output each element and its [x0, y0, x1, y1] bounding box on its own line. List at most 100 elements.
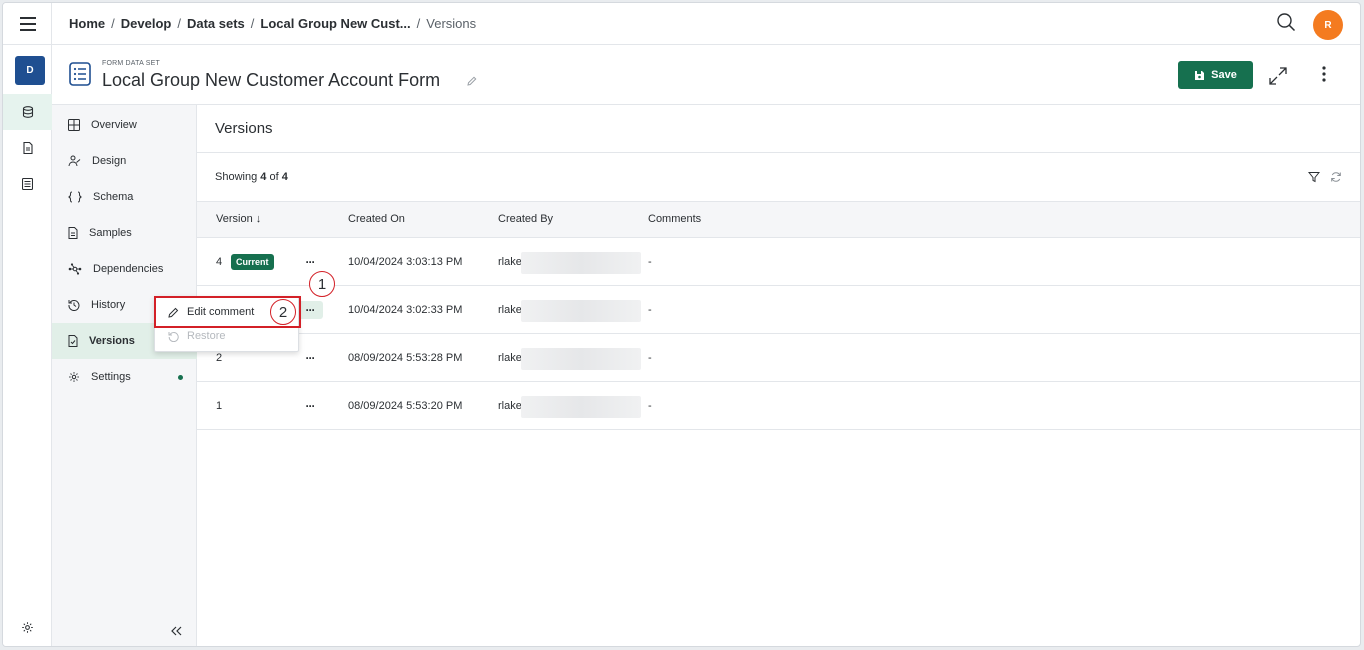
settings-status-dot: [178, 375, 183, 380]
subnav-label: History: [91, 299, 126, 311]
filter-icon: [1308, 172, 1320, 183]
hamburger-menu-button[interactable]: [3, 3, 52, 45]
subnav-label: Schema: [93, 191, 134, 203]
redacted-email: [521, 348, 641, 370]
column-comments[interactable]: Comments: [648, 213, 701, 225]
form-dataset-icon: [69, 62, 91, 86]
cell-created-on: 08/09/2024 5:53:28 PM: [348, 352, 463, 364]
save-icon: [1195, 70, 1205, 80]
table-row[interactable]: 1 ··· 08/09/2024 5:53:20 PM rlake@... -: [197, 382, 1360, 430]
page-header: FORM DATA SET Local Group New Customer A…: [52, 45, 1360, 105]
table-row[interactable]: 2 ··· 08/09/2024 5:53:28 PM rlake@... -: [197, 334, 1360, 382]
double-chevron-left-icon: [171, 626, 182, 636]
showing-total: 4: [281, 171, 288, 183]
breadcrumb-separator: /: [416, 16, 421, 31]
showing-prefix: Showing: [215, 171, 258, 183]
breadcrumb-develop[interactable]: Develop: [121, 16, 172, 31]
expand-icon: [1269, 67, 1287, 85]
cell-created-on: 08/09/2024 5:53:20 PM: [348, 400, 463, 412]
panel-title: Versions: [197, 105, 1360, 153]
history-icon: [68, 300, 80, 311]
list-form-icon: [22, 178, 33, 190]
cell-version: 4: [216, 256, 223, 268]
column-created-by[interactable]: Created By: [498, 213, 553, 225]
table-row[interactable]: 4 Current ··· 10/04/2024 3:03:13 PM rlak…: [197, 238, 1360, 286]
subnav-label: Overview: [91, 119, 137, 131]
versions-icon: [68, 335, 78, 347]
database-icon: [22, 106, 33, 118]
cell-created-on: 10/04/2024 3:02:33 PM: [348, 304, 463, 316]
breadcrumb-current: Versions: [426, 16, 477, 31]
left-rail: D: [3, 3, 52, 646]
refresh-icon: [1331, 172, 1341, 182]
cell-comments: -: [648, 400, 652, 412]
subnav-label: Design: [92, 155, 127, 167]
search-icon: [1277, 13, 1296, 32]
rail-forms-button[interactable]: [3, 166, 52, 202]
column-version[interactable]: Version ↓: [216, 213, 261, 225]
rail-datasets-button[interactable]: [3, 94, 52, 130]
cell-version: 2: [216, 352, 223, 364]
showing-count: 4: [260, 171, 267, 183]
gear-icon: [22, 621, 33, 633]
refresh-button[interactable]: [1330, 171, 1342, 183]
file-icon: [68, 227, 78, 239]
table-header: Version ↓ Created On Created By Comments: [197, 202, 1360, 238]
rail-settings-button[interactable]: [3, 616, 52, 638]
page-title: Local Group New Customer Account Form: [102, 70, 441, 90]
top-bar: Home / Develop / Data sets / Local Group…: [52, 3, 1360, 45]
restore-label: Restore: [187, 330, 226, 342]
breadcrumb-separator: /: [250, 16, 255, 31]
collapse-sidebar-button[interactable]: [170, 626, 182, 636]
subnav-design[interactable]: Design: [52, 143, 197, 179]
breadcrumb-dataset[interactable]: Local Group New Cust...: [260, 16, 410, 31]
row-actions-button[interactable]: ···: [297, 397, 323, 415]
cell-created-on: 10/04/2024 3:03:13 PM: [348, 256, 463, 268]
redacted-email: [521, 252, 641, 274]
row-actions-button[interactable]: ···: [297, 253, 323, 271]
more-options-button[interactable]: [1322, 66, 1326, 82]
showing-of: of: [269, 171, 279, 183]
pencil-icon: [467, 76, 477, 86]
callout-2: 2: [270, 299, 296, 325]
gear-icon: [69, 372, 79, 382]
dataset-subnav: Overview Design Schema Samples Dependenc…: [52, 105, 197, 646]
redacted-email: [521, 396, 641, 418]
design-icon: [68, 155, 81, 167]
row-actions-button[interactable]: ···: [297, 349, 323, 367]
filter-button[interactable]: [1308, 171, 1320, 183]
restore-icon: [168, 331, 179, 342]
save-label: Save: [1211, 69, 1237, 81]
save-button[interactable]: Save: [1178, 61, 1253, 89]
breadcrumb-separator: /: [177, 16, 181, 31]
current-badge: Current: [231, 254, 274, 270]
breadcrumb-separator: /: [111, 16, 115, 31]
callout-1: 1: [309, 271, 335, 297]
workspace-badge[interactable]: D: [15, 56, 45, 85]
subnav-settings[interactable]: Settings: [52, 359, 197, 395]
subnav-label: Dependencies: [93, 263, 164, 275]
breadcrumb-data-sets[interactable]: Data sets: [187, 16, 245, 31]
rail-documents-button[interactable]: [3, 130, 52, 166]
search-button[interactable]: [1276, 12, 1296, 32]
subnav-schema[interactable]: Schema: [52, 179, 197, 215]
braces-icon: [68, 191, 82, 203]
subnav-label: Settings: [91, 371, 131, 383]
edit-title-button[interactable]: [467, 76, 477, 86]
user-avatar[interactable]: R: [1313, 10, 1343, 40]
versions-panel: Versions Showing 4 of 4 Version ↓ Create…: [197, 105, 1360, 646]
subnav-label: Versions: [89, 335, 135, 347]
cell-comments: -: [648, 352, 652, 364]
subnav-samples[interactable]: Samples: [52, 215, 197, 251]
fullscreen-button[interactable]: [1268, 66, 1288, 86]
column-created-on[interactable]: Created On: [348, 213, 405, 225]
table-row[interactable]: 3 ··· 10/04/2024 3:02:33 PM rlake@... -: [197, 286, 1360, 334]
results-summary: Showing 4 of 4: [197, 153, 1360, 202]
redacted-email: [521, 300, 641, 322]
cell-comments: -: [648, 304, 652, 316]
subnav-overview[interactable]: Overview: [52, 107, 197, 143]
document-icon: [22, 142, 33, 154]
breadcrumb-home[interactable]: Home: [69, 16, 105, 31]
page-kicker: FORM DATA SET: [102, 60, 160, 67]
subnav-dependencies[interactable]: Dependencies: [52, 251, 197, 287]
